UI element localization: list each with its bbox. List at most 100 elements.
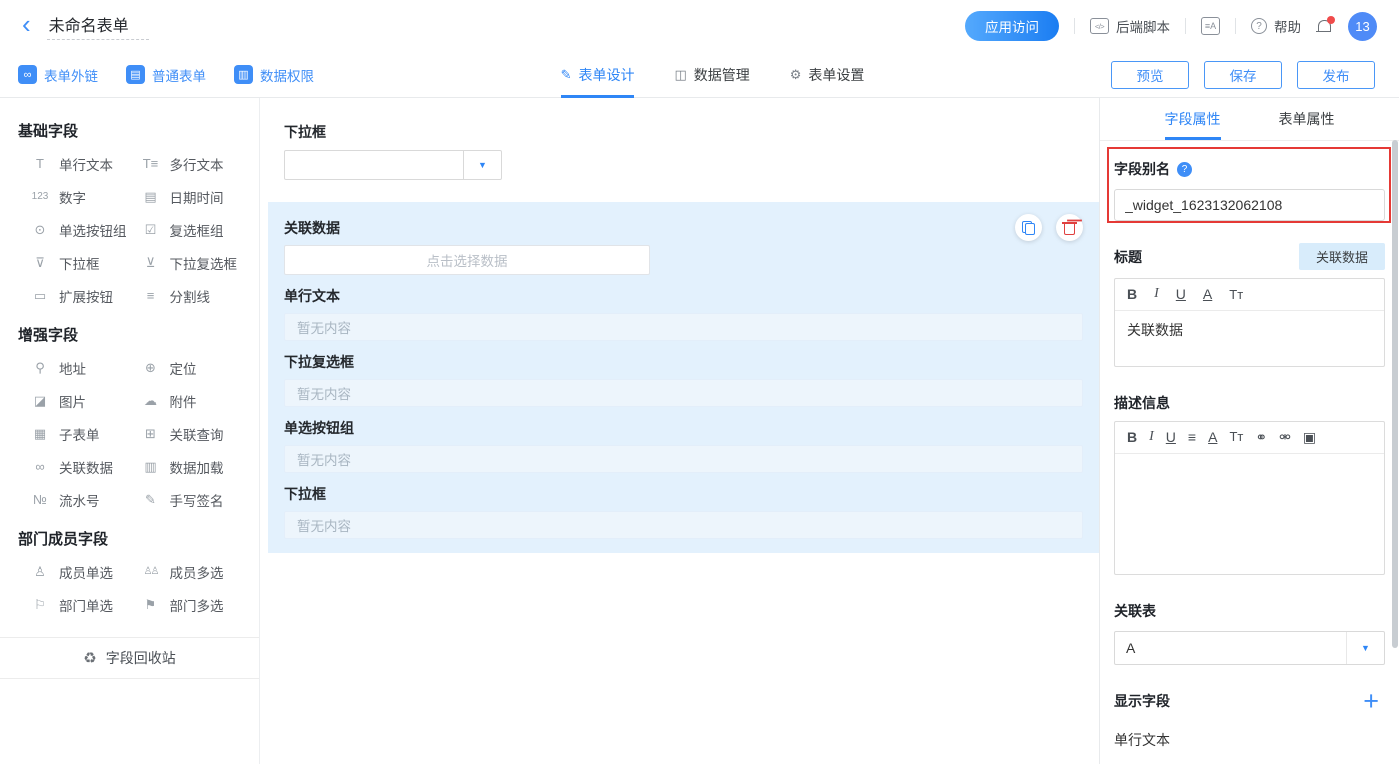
divider bbox=[1235, 18, 1236, 34]
field-item-attachment[interactable]: ☁附件 bbox=[141, 390, 252, 411]
tab-data-manage[interactable]: ◫ 数据管理 bbox=[674, 52, 749, 98]
people-icon: ♙♙ bbox=[141, 566, 161, 577]
delete-widget-button[interactable] bbox=[1056, 214, 1083, 241]
number-icon: 123 bbox=[30, 191, 50, 202]
form-external-link-button[interactable]: ∞ 表单外链 bbox=[18, 65, 98, 85]
field-item-checkbox-group[interactable]: ☑复选框组 bbox=[141, 219, 252, 240]
field-alias-input[interactable] bbox=[1114, 189, 1385, 221]
chart-icon: ▥ bbox=[141, 459, 161, 475]
field-item-member-multi[interactable]: ♙♙成员多选 bbox=[141, 561, 252, 582]
back-icon[interactable]: ‹ bbox=[22, 11, 31, 37]
field-item-data-load[interactable]: ▥数据加载 bbox=[141, 456, 252, 477]
field-item-select[interactable]: ⊽下拉框 bbox=[30, 252, 141, 273]
underline-icon[interactable]: U bbox=[1166, 429, 1176, 446]
help-button[interactable]: ? 帮助 bbox=[1251, 16, 1301, 36]
related-table-select[interactable]: A ▼ bbox=[1114, 631, 1385, 665]
field-item-linked-query[interactable]: ⊞关联查询 bbox=[141, 423, 252, 444]
sub-field-single-line-text: 单行文本 暂无内容 bbox=[284, 286, 1083, 341]
checkbox-icon: ☑ bbox=[141, 222, 161, 238]
data-picker-input[interactable]: 点击选择数据 bbox=[284, 245, 650, 275]
underline-icon[interactable]: U bbox=[1176, 286, 1186, 303]
link-icon[interactable]: ⚭ bbox=[1255, 429, 1267, 446]
font-size-icon[interactable]: Tт bbox=[1229, 429, 1243, 445]
field-item-location[interactable]: ⊕定位 bbox=[141, 357, 252, 378]
field-item-image[interactable]: ◪图片 bbox=[30, 390, 141, 411]
field-item-number[interactable]: 123数字 bbox=[30, 186, 141, 207]
notification-bell-icon[interactable] bbox=[1316, 18, 1333, 35]
widget-dropdown-label: 下拉框 bbox=[284, 122, 1083, 142]
save-button[interactable]: 保存 bbox=[1204, 61, 1282, 89]
field-item-radio-group[interactable]: ⊙单选按钮组 bbox=[30, 219, 141, 240]
field-item-extend-button[interactable]: ▭扩展按钮 bbox=[30, 285, 141, 306]
radio-icon: ⊙ bbox=[30, 222, 50, 238]
field-item-multi-select[interactable]: ⊻下拉复选框 bbox=[141, 252, 252, 273]
field-item-subform[interactable]: ▦子表单 bbox=[30, 423, 141, 444]
preview-button[interactable]: 预览 bbox=[1111, 61, 1189, 89]
tab-form-design[interactable]: ✎ 表单设计 bbox=[561, 52, 635, 98]
pen-icon: ✎ bbox=[141, 492, 161, 508]
app-access-button[interactable]: 应用访问 bbox=[965, 11, 1059, 41]
sub-field-placeholder-input: 暂无内容 bbox=[284, 379, 1083, 407]
tab-form-settings-label: 表单设置 bbox=[808, 65, 864, 85]
backend-script-button[interactable]: </> 后端脚本 bbox=[1090, 16, 1170, 36]
font-color-icon[interactable]: A bbox=[1208, 429, 1217, 446]
avatar[interactable]: 13 bbox=[1348, 12, 1377, 41]
form-toolbar: ∞ 表单外链 ▤ 普通表单 ▥ 数据权限 ✎ 表单设计 ◫ 数据管理 ⚙ 表单设… bbox=[0, 52, 1399, 98]
field-library-sidebar: 基础字段 T单行文本 T≡多行文本 123数字 ▤日期时间 ⊙单选按钮组 ☑复选… bbox=[0, 98, 260, 764]
align-icon[interactable]: ≡ bbox=[1188, 429, 1196, 446]
sub-field-label: 单行文本 bbox=[284, 286, 1083, 306]
tab-form-properties[interactable]: 表单属性 bbox=[1279, 98, 1335, 140]
font-size-icon[interactable]: Tт bbox=[1229, 287, 1243, 303]
alias-help-icon[interactable]: ? bbox=[1177, 162, 1192, 177]
unlink-icon[interactable]: ⚮ bbox=[1279, 429, 1291, 446]
title-editor-content[interactable]: 关联数据 bbox=[1115, 311, 1384, 366]
display-field-item[interactable]: 单行文本 bbox=[1114, 730, 1385, 750]
widget-dropdown[interactable]: 下拉框 ▼ bbox=[268, 114, 1099, 180]
insert-image-icon[interactable]: ▣ bbox=[1303, 429, 1316, 446]
field-item-datetime[interactable]: ▤日期时间 bbox=[141, 186, 252, 207]
field-item-divider[interactable]: ≡分割线 bbox=[141, 285, 252, 306]
field-item-serial-number[interactable]: №流水号 bbox=[30, 489, 141, 510]
multi-select-icon: ⊻ bbox=[141, 255, 161, 271]
field-item-dept-single[interactable]: ⚐部门单选 bbox=[30, 594, 141, 615]
dept-icon: ⚐ bbox=[30, 597, 50, 613]
normal-form-label: 普通表单 bbox=[152, 65, 206, 85]
widget-linked-data-selected[interactable]: 关联数据 点击选择数据 单行文本 暂无内容 下拉复选框 暂无内容 单选按钮组 暂… bbox=[268, 202, 1099, 553]
italic-icon[interactable]: I bbox=[1154, 286, 1159, 303]
normal-form-button[interactable]: ▤ 普通表单 bbox=[126, 65, 206, 85]
description-editor[interactable]: B I U ≡ A Tт ⚭ ⚮ ▣ bbox=[1114, 421, 1385, 575]
api-docs-icon[interactable]: ≡A bbox=[1201, 17, 1220, 35]
field-item-linked-data[interactable]: ∞关联数据 bbox=[30, 456, 141, 477]
field-item-address[interactable]: ⚲地址 bbox=[30, 357, 141, 378]
copy-icon bbox=[1022, 221, 1035, 235]
copy-widget-button[interactable] bbox=[1015, 214, 1042, 241]
linked-table-icon: ⊞ bbox=[141, 426, 161, 442]
publish-button[interactable]: 发布 bbox=[1297, 61, 1375, 89]
bold-icon[interactable]: B bbox=[1127, 286, 1137, 303]
field-recycle-bin[interactable]: ♻ 字段回收站 bbox=[0, 637, 259, 679]
sub-field-placeholder-input: 暂无内容 bbox=[284, 313, 1083, 341]
data-permission-button[interactable]: ▥ 数据权限 bbox=[234, 65, 314, 85]
panel-scrollbar[interactable] bbox=[1392, 140, 1398, 648]
tab-form-settings[interactable]: ⚙ 表单设置 bbox=[790, 52, 865, 98]
field-item-dept-multi[interactable]: ⚑部门多选 bbox=[141, 594, 252, 615]
field-item-single-line-text[interactable]: T单行文本 bbox=[30, 153, 141, 174]
add-display-field-button[interactable]: + bbox=[1363, 691, 1379, 711]
sub-field-multi-select: 下拉复选框 暂无内容 bbox=[284, 352, 1083, 407]
form-title-wrap[interactable]: 未命名表单 bbox=[47, 12, 149, 40]
bar-chart-icon: ▥ bbox=[234, 65, 253, 84]
tab-field-properties[interactable]: 字段属性 bbox=[1165, 98, 1221, 140]
description-label: 描述信息 bbox=[1114, 393, 1385, 413]
form-design-icon: ✎ bbox=[561, 67, 572, 83]
field-item-member-single[interactable]: ♙成员单选 bbox=[30, 561, 141, 582]
font-color-icon[interactable]: A bbox=[1203, 286, 1212, 303]
italic-icon[interactable]: I bbox=[1149, 429, 1154, 446]
external-link-icon: ∞ bbox=[18, 65, 37, 84]
field-item-signature[interactable]: ✎手写签名 bbox=[141, 489, 252, 510]
title-editor[interactable]: B I U A Tт 关联数据 bbox=[1114, 278, 1385, 367]
field-item-multi-line-text[interactable]: T≡多行文本 bbox=[141, 153, 252, 174]
bold-icon[interactable]: B bbox=[1127, 429, 1137, 446]
dropdown-input[interactable]: ▼ bbox=[284, 150, 502, 180]
sub-field-placeholder-input: 暂无内容 bbox=[284, 445, 1083, 473]
description-editor-content[interactable] bbox=[1115, 454, 1384, 574]
